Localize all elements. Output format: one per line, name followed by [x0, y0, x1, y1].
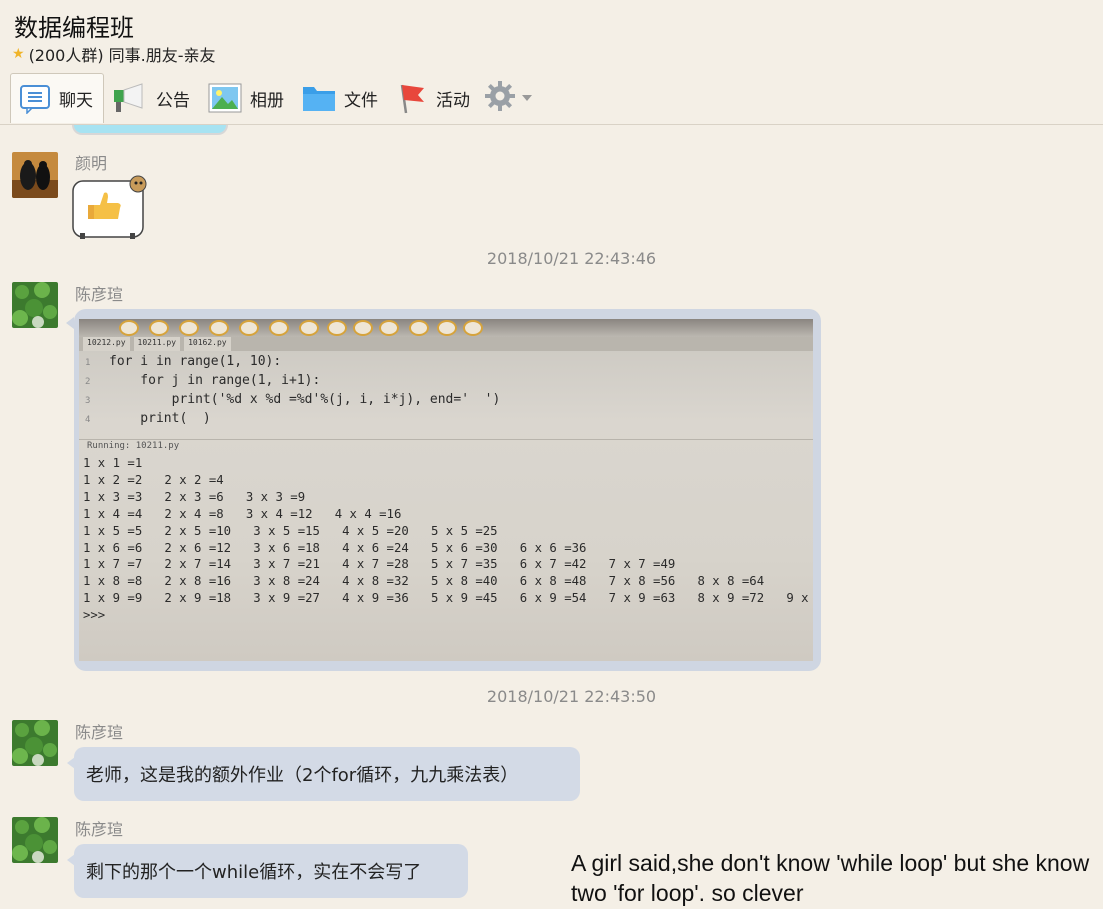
avatar[interactable] — [12, 152, 58, 198]
avatar[interactable] — [12, 720, 58, 766]
message-text: 老师，这是我的额外作业（2个for循环，九九乘法表） — [86, 765, 519, 786]
sender-name: 陈彦瑄 — [75, 285, 124, 304]
toolbar-button-icon — [269, 320, 289, 336]
tab-files-label: 文件 — [344, 90, 378, 111]
tab-album[interactable]: 相册 — [200, 73, 294, 123]
power-icon — [463, 320, 483, 336]
pane-divider — [79, 439, 813, 440]
zoom-in-icon — [327, 320, 347, 336]
settings-menu-button[interactable] — [480, 80, 532, 116]
editor-toolbar — [79, 319, 813, 337]
message-timestamp: 2018/10/21 22:43:50 — [486, 687, 657, 706]
tab-activity[interactable]: 活动 — [388, 73, 480, 123]
theme-icon — [379, 320, 399, 336]
sender-name: 陈彦瑄 — [75, 820, 124, 839]
tab-chat[interactable]: 聊天 — [10, 73, 104, 123]
image-message-bubble[interactable]: 10212.py 10211.py 10162.py 1 for i in ran… — [66, 309, 821, 671]
check-icon — [409, 320, 429, 336]
chat-area[interactable]: 颜明 2018/10/21 22:43:46 陈彦瑄 10212.py 1021… — [0, 125, 1103, 909]
message-timestamp: 2018/10/21 22:43:46 — [486, 249, 657, 268]
tab-announcement[interactable]: 公告 — [104, 73, 200, 123]
code-line: 1 for i in range(1, 10): — [85, 354, 282, 369]
output-line: 1 x 1 =1 — [83, 456, 143, 470]
output-line: 1 x 7 =7 2 x 7 =14 3 x 7 =21 4 x 7 =28 5… — [83, 557, 676, 572]
toolbar-button-icon — [239, 320, 259, 336]
file-tab: 10212.py — [83, 337, 130, 351]
folder-icon — [302, 83, 336, 113]
avatar[interactable] — [12, 282, 58, 328]
group-header: 数据编程班 ★ (200人群) 同事.朋友-亲友 聊天 公告 相册 文件 活动 — [0, 0, 1103, 125]
tab-files[interactable]: 文件 — [294, 73, 388, 123]
star-icon: ★ — [12, 46, 25, 62]
thumbs-up-sticker[interactable] — [70, 175, 150, 241]
tab-bar: 聊天 公告 相册 文件 活动 — [10, 73, 532, 123]
toolbar-button-icon — [299, 320, 319, 336]
running-label: Running: 10211.py — [87, 441, 180, 451]
toolbar-button-icon — [179, 320, 199, 336]
output-line: 1 x 5 =5 2 x 5 =10 3 x 5 =15 4 x 5 =20 5… — [83, 523, 498, 538]
code-editor: 1 for i in range(1, 10): 2 for j in range(… — [85, 353, 500, 429]
output-line: 1 x 4 =4 2 x 4 =8 3 x 4 =12 4 x 4 =16 — [83, 506, 402, 521]
output-line: 1 x 9 =9 2 x 9 =18 3 x 9 =27 4 x 9 =36 5… — [83, 591, 809, 606]
gear-icon — [484, 80, 516, 116]
tab-chat-label: 聊天 — [59, 91, 93, 111]
sender-name: 陈彦瑄 — [75, 723, 124, 742]
toolbar-button-icon — [149, 320, 169, 336]
group-subtitle: ★ (200人群) 同事.朋友-亲友 — [12, 42, 216, 66]
output-line: 1 x 3 =3 2 x 3 =6 3 x 3 =9 — [83, 489, 306, 504]
output-line: 1 x 8 =8 2 x 8 =16 3 x 8 =24 4 x 8 =32 5… — [83, 574, 765, 589]
repl-output: 1 x 1 =1 1 x 2 =2 2 x 2 =4 1 x 3 =3 2 x 3 … — [83, 455, 809, 624]
toolbar-button-icon — [209, 320, 229, 336]
text-message-bubble[interactable]: 老师，这是我的额外作业（2个for循环，九九乘法表） — [67, 747, 580, 801]
tab-announcement-label: 公告 — [156, 90, 190, 111]
text-message-bubble[interactable]: 剩下的那个一个while循环，实在不会写了 — [67, 844, 468, 898]
chat-icon — [19, 84, 51, 114]
group-title: 数据编程班 — [14, 14, 134, 42]
flag-icon — [396, 82, 428, 114]
code-screenshot-photo[interactable]: 10212.py 10211.py 10162.py 1 for i in ran… — [79, 319, 813, 661]
chevron-down-icon — [522, 95, 532, 101]
toolbar-button-icon — [119, 320, 139, 336]
zoom-out-icon — [353, 320, 373, 336]
tab-activity-label: 活动 — [436, 90, 470, 111]
avatar[interactable] — [12, 817, 58, 863]
code-line: 4 print( ) — [85, 411, 211, 426]
annotation-caption: A girl said,she don't know 'while loop' … — [571, 850, 1090, 906]
output-line: 1 x 6 =6 2 x 6 =12 3 x 6 =18 4 x 6 =24 5… — [83, 540, 587, 555]
sender-name: 颜明 — [75, 154, 108, 173]
photo-icon — [208, 83, 242, 113]
group-info: (200人群) 同事.朋友-亲友 — [28, 46, 216, 65]
tab-album-label: 相册 — [250, 90, 284, 111]
file-tab-row: 10212.py 10211.py 10162.py — [79, 337, 813, 351]
message-text: 剩下的那个一个while循环，实在不会写了 — [86, 862, 422, 883]
previous-message-bubble — [72, 125, 228, 135]
file-tab: 10211.py — [133, 337, 181, 351]
output-line: 1 x 2 =2 2 x 2 =4 — [83, 472, 224, 487]
code-line: 2 for j in range(1, i+1): — [85, 373, 321, 388]
megaphone-icon — [112, 82, 148, 114]
code-line: 3 print('%d x %d =%d'%(j, i, i*j), end='… — [85, 392, 501, 407]
output-line: >>> — [83, 608, 106, 623]
help-icon — [437, 320, 457, 336]
file-tab: 10162.py — [184, 337, 231, 351]
